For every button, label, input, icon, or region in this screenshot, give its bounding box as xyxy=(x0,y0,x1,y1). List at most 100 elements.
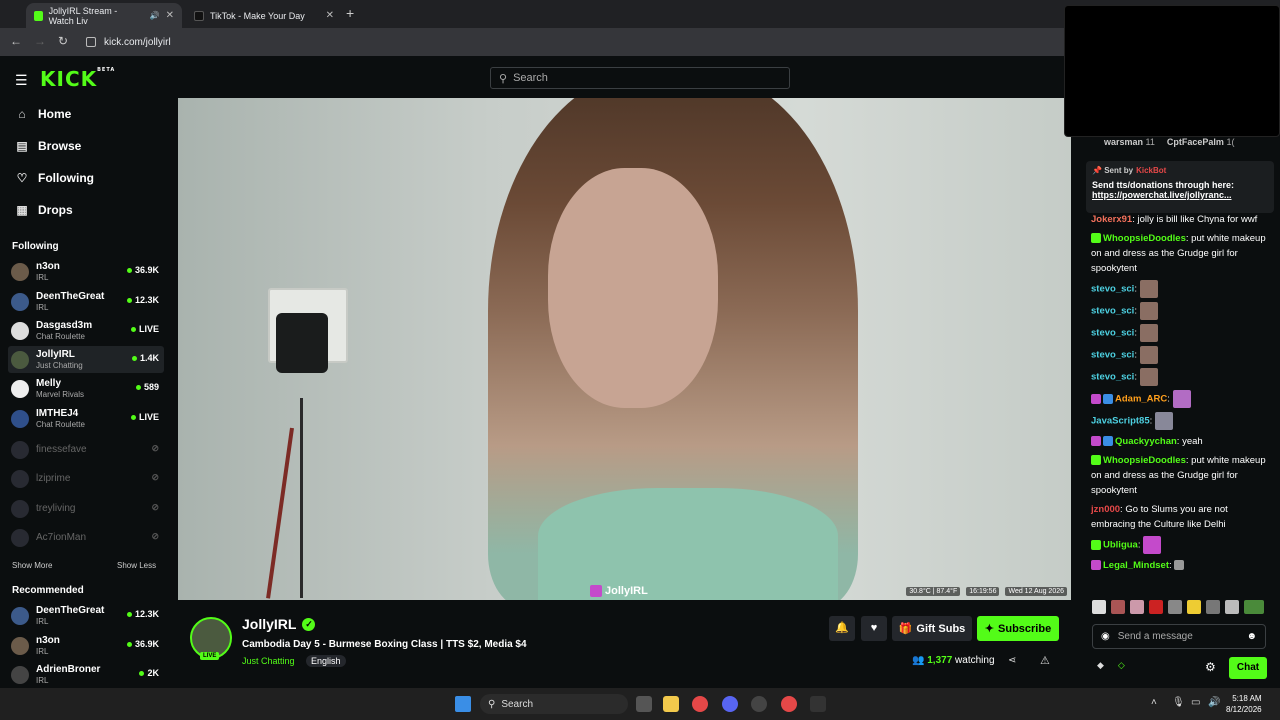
app-icon[interactable] xyxy=(810,696,826,712)
nav-drops[interactable]: ▦ Drops xyxy=(14,203,72,217)
picture-in-picture-window[interactable] xyxy=(1064,5,1280,137)
windows-start-icon[interactable] xyxy=(455,696,471,712)
channel-category: Just Chatting xyxy=(36,361,83,370)
emote-icon[interactable] xyxy=(1225,600,1239,614)
close-tab-icon[interactable]: ✕ xyxy=(326,10,334,21)
gift-subs-button[interactable]: 🎁 Gift Subs xyxy=(892,616,972,641)
back-button[interactable]: ← xyxy=(10,34,22,48)
nav-browse[interactable]: ▤ Browse xyxy=(14,139,81,153)
tray-chevron-icon[interactable]: ˄ xyxy=(1151,697,1157,708)
stream-watermark: JollyIRL xyxy=(590,585,648,597)
stream-tag[interactable]: English xyxy=(306,655,346,667)
close-tab-icon[interactable]: ✕ xyxy=(166,10,174,21)
chat-badge-icon[interactable]: ◉ xyxy=(1101,631,1110,642)
chat-send-button[interactable]: Chat xyxy=(1229,657,1267,679)
emote-icon[interactable] xyxy=(1130,600,1144,614)
stream-overlay-stats: 30.8°C | 87.4°F 16:19:56 Wed 12 Aug 2026 xyxy=(906,587,1067,596)
badge-icon xyxy=(1103,436,1113,447)
chat-message: Adam_ARC: xyxy=(1091,390,1271,408)
pinned-message[interactable]: 📌 Sent by KickBot Send tts/donations thro… xyxy=(1086,161,1274,213)
sidebar-channel-melly[interactable]: Melly Marvel Rivals 589 xyxy=(8,375,164,402)
search-input[interactable]: ⚲ Search xyxy=(490,67,790,89)
tab-tiktok[interactable]: TikTok - Make Your Day ✕ xyxy=(186,3,342,28)
sidebar-recommended-deenthegreat[interactable]: DeenTheGreat IRL 12.3K xyxy=(8,602,164,629)
sidebar-recommended-adrienbroner[interactable]: AdrienBroner IRL 2K xyxy=(8,661,164,688)
channel-name: lziprime xyxy=(36,473,71,484)
chat-messages: Jokerx91: jolly is bill like Chyna for w… xyxy=(1091,212,1271,577)
chat-footer: ◆ ◇ xyxy=(1097,660,1125,671)
show-less-button[interactable]: Show Less xyxy=(117,561,156,570)
new-tab-button[interactable]: + xyxy=(346,5,354,21)
taskbar-search[interactable]: ⚲ Search xyxy=(480,694,628,714)
chat-settings-icon[interactable]: ⚙ xyxy=(1205,660,1216,674)
video-scene-clothing xyxy=(538,488,838,600)
nav-following[interactable]: ♡ Following xyxy=(14,171,94,185)
discord-icon[interactable] xyxy=(722,696,738,712)
emote-icon[interactable] xyxy=(1244,600,1264,614)
emote-icon[interactable] xyxy=(1168,600,1182,614)
sidebar-channel-offline[interactable]: lziprime ⊘ xyxy=(8,465,164,492)
system-clock[interactable]: 5:18 AM 8/12/2026 xyxy=(1226,693,1262,715)
share-icon[interactable]: ⋖ xyxy=(1008,655,1016,666)
follow-button[interactable]: ♥ xyxy=(861,616,887,641)
streamer-name[interactable]: JollyIRL ✓ xyxy=(242,616,316,632)
file-explorer-icon[interactable] xyxy=(663,696,679,712)
menu-icon[interactable]: ☰ xyxy=(15,72,28,89)
channel-points-icon[interactable]: ◇ xyxy=(1118,660,1125,671)
pin-icon: 📌 xyxy=(1092,166,1102,175)
sidebar-channel-offline[interactable]: treyliving ⊘ xyxy=(8,495,164,522)
tab-jollyirl[interactable]: JollyIRL Stream - Watch Liv 🔊 ✕ xyxy=(26,3,182,28)
task-view-icon[interactable] xyxy=(636,696,652,712)
chat-input[interactable]: ◉ Send a message ☻ xyxy=(1092,624,1266,649)
emote-icon[interactable] xyxy=(1149,600,1163,614)
kick-logo[interactable]: KICKBETA xyxy=(40,67,115,91)
chat-message: stevo_sci: xyxy=(1091,280,1271,298)
nav-home[interactable]: ⌂ Home xyxy=(14,107,71,121)
site-info-icon[interactable] xyxy=(86,37,96,47)
heart-icon: ♥ xyxy=(870,622,878,634)
pinned-link[interactable]: https://powerchat.live/jollyranc... xyxy=(1092,190,1268,200)
channel-name: Melly xyxy=(36,378,62,389)
show-more-button[interactable]: Show More xyxy=(12,561,52,570)
microphone-icon[interactable]: 🎙 xyxy=(1172,697,1185,708)
chat-points-icon[interactable]: ◆ xyxy=(1097,660,1104,671)
gift-icon: 🎁 xyxy=(898,623,913,635)
live-badge: LIVE xyxy=(200,652,220,660)
forward-button[interactable]: → xyxy=(34,34,46,48)
kick-favicon-icon xyxy=(34,10,43,21)
search-icon: ⚲ xyxy=(499,72,508,85)
network-icon[interactable]: ▭ xyxy=(1191,697,1200,708)
beta-badge: BETA xyxy=(97,67,116,73)
report-icon[interactable]: ⚠ xyxy=(1040,654,1050,667)
emote-icon[interactable] xyxy=(1111,600,1125,614)
notification-bell-button[interactable]: 🔔 xyxy=(829,616,855,641)
chrome-icon[interactable] xyxy=(692,696,708,712)
viewer-count: LIVE xyxy=(130,412,159,422)
pinned-text: Send tts/donations through here: xyxy=(1092,180,1234,190)
emote-icon[interactable] xyxy=(1187,600,1201,614)
obs-icon[interactable] xyxy=(751,696,767,712)
sidebar-channel-n3on[interactable]: n3on IRL 36.9K xyxy=(8,258,164,285)
sidebar-channel-offline[interactable]: Ac7ionMan ⊘ xyxy=(8,524,164,551)
emoji-icon[interactable]: ☻ xyxy=(1246,631,1257,642)
sidebar-channel-deenthegreat[interactable]: DeenTheGreat IRL 12.3K xyxy=(8,288,164,315)
browse-icon: ▤ xyxy=(16,139,28,153)
speaker-icon[interactable]: 🔊 xyxy=(150,11,160,20)
chat-message: stevo_sci: xyxy=(1091,346,1271,364)
sidebar-channel-offline[interactable]: finessefave ⊘ xyxy=(8,436,164,463)
sidebar-channel-dasgasd3m[interactable]: Dasgasd3m Chat Roulette LIVE xyxy=(8,317,164,344)
volume-icon[interactable]: 🔊 xyxy=(1208,697,1220,708)
emote-icon[interactable] xyxy=(1092,600,1106,614)
url-field[interactable]: kick.com/jollyirl xyxy=(86,32,1086,52)
stream-category-link[interactable]: Just Chatting xyxy=(242,656,295,666)
video-player[interactable]: JollyIRL 30.8°C | 87.4°F 16:19:56 Wed 12… xyxy=(178,98,1071,600)
search-placeholder: Search xyxy=(513,72,548,84)
chrome-active-icon[interactable] xyxy=(781,696,797,712)
sidebar-channel-imthej4[interactable]: IMTHEJ4 Chat Roulette LIVE xyxy=(8,405,164,432)
subscribe-button[interactable]: ✦ Subscribe xyxy=(977,616,1059,641)
emote-icon[interactable] xyxy=(1206,600,1220,614)
sidebar-channel-jollyirl[interactable]: JollyIRL Just Chatting 1.4K xyxy=(8,346,164,373)
reload-button[interactable]: ↻ xyxy=(58,34,68,48)
sidebar-recommended-n3on[interactable]: n3on IRL 36.9K xyxy=(8,632,164,659)
channel-name: DeenTheGreat xyxy=(36,291,105,302)
